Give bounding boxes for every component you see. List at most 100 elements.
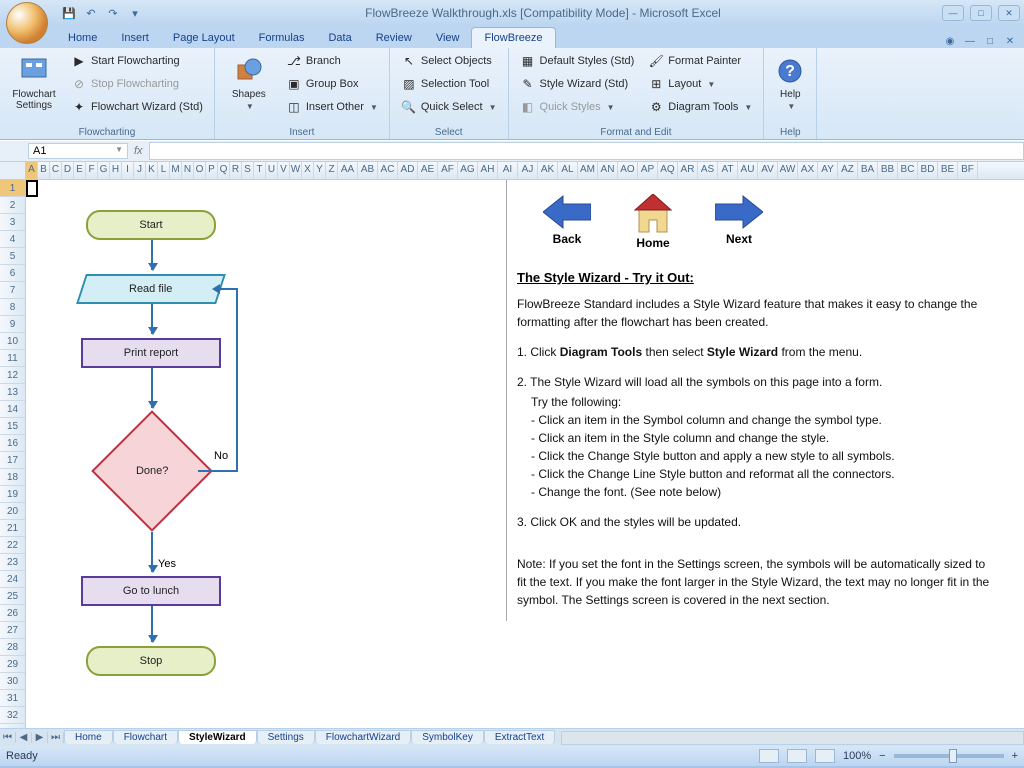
- undo-icon[interactable]: ↶: [82, 4, 100, 22]
- row-header[interactable]: 8: [0, 299, 25, 316]
- column-header[interactable]: R: [230, 162, 242, 179]
- flowchart-start[interactable]: Start: [86, 210, 216, 240]
- row-header[interactable]: 13: [0, 384, 25, 401]
- qat-dropdown-icon[interactable]: ▾: [126, 4, 144, 22]
- row-header[interactable]: 21: [0, 520, 25, 537]
- doc-restore-button[interactable]: □: [982, 34, 998, 48]
- sheet-tab-stylewizard[interactable]: StyleWizard: [178, 730, 257, 744]
- shapes-button[interactable]: Shapes▼: [221, 50, 277, 116]
- sheet-tab-extracttext[interactable]: ExtractText: [484, 730, 555, 744]
- row-header[interactable]: 18: [0, 469, 25, 486]
- row-header[interactable]: 1: [0, 180, 25, 197]
- tab-nav-last[interactable]: ⏭: [48, 732, 64, 743]
- nav-back[interactable]: Back: [543, 194, 591, 250]
- column-header[interactable]: AR: [678, 162, 698, 179]
- row-header[interactable]: 30: [0, 673, 25, 690]
- column-header[interactable]: AK: [538, 162, 558, 179]
- select-all-corner[interactable]: [0, 162, 26, 179]
- row-header[interactable]: 24: [0, 571, 25, 588]
- sheet-tab-home[interactable]: Home: [64, 730, 113, 744]
- column-header[interactable]: AP: [638, 162, 658, 179]
- office-button[interactable]: [6, 2, 48, 44]
- column-header[interactable]: AZ: [838, 162, 858, 179]
- column-header[interactable]: C: [50, 162, 62, 179]
- tab-flowbreeze[interactable]: FlowBreeze: [471, 27, 555, 48]
- tab-insert[interactable]: Insert: [109, 28, 161, 48]
- column-header[interactable]: BA: [858, 162, 878, 179]
- flowchart-done[interactable]: Done?: [91, 410, 213, 532]
- row-header[interactable]: 2: [0, 197, 25, 214]
- column-header[interactable]: AG: [458, 162, 478, 179]
- doc-minimize-button[interactable]: —: [962, 34, 978, 48]
- column-header[interactable]: Q: [218, 162, 230, 179]
- column-header[interactable]: AE: [418, 162, 438, 179]
- row-header[interactable]: 14: [0, 401, 25, 418]
- row-header[interactable]: 32: [0, 707, 25, 724]
- row-header[interactable]: 5: [0, 248, 25, 265]
- column-header[interactable]: AO: [618, 162, 638, 179]
- flowchart-wizard-button[interactable]: ✦Flowchart Wizard (Std): [66, 96, 208, 118]
- default-styles-button[interactable]: ▦Default Styles (Std): [515, 50, 640, 72]
- sheet-tab-flowchart[interactable]: Flowchart: [113, 730, 178, 744]
- column-header[interactable]: AW: [778, 162, 798, 179]
- tab-formulas[interactable]: Formulas: [247, 28, 317, 48]
- column-header[interactable]: L: [158, 162, 170, 179]
- row-header[interactable]: 10: [0, 333, 25, 350]
- column-header[interactable]: M: [170, 162, 182, 179]
- save-icon[interactable]: 💾: [60, 4, 78, 22]
- flowchart-go-to-lunch[interactable]: Go to lunch: [81, 576, 221, 606]
- row-header[interactable]: 28: [0, 639, 25, 656]
- column-header[interactable]: P: [206, 162, 218, 179]
- redo-icon[interactable]: ↷: [104, 4, 122, 22]
- group-box-button[interactable]: ▣Group Box: [281, 73, 383, 95]
- nav-home[interactable]: Home: [631, 194, 675, 250]
- row-header[interactable]: 19: [0, 486, 25, 503]
- tab-nav-first[interactable]: ⏮: [0, 732, 16, 743]
- row-header[interactable]: 27: [0, 622, 25, 639]
- column-header[interactable]: D: [62, 162, 74, 179]
- column-header[interactable]: AI: [498, 162, 518, 179]
- column-header[interactable]: AA: [338, 162, 358, 179]
- column-header[interactable]: U: [266, 162, 278, 179]
- tab-nav-prev[interactable]: ◀: [16, 732, 32, 743]
- column-header[interactable]: AT: [718, 162, 738, 179]
- page-layout-view-button[interactable]: [787, 749, 807, 763]
- column-header[interactable]: F: [86, 162, 98, 179]
- quick-select-button[interactable]: 🔍Quick Select▼: [396, 96, 502, 118]
- zoom-slider[interactable]: [894, 754, 1004, 758]
- column-header[interactable]: AF: [438, 162, 458, 179]
- row-header[interactable]: 23: [0, 554, 25, 571]
- row-header[interactable]: 29: [0, 656, 25, 673]
- column-header[interactable]: AD: [398, 162, 418, 179]
- zoom-thumb[interactable]: [949, 749, 957, 763]
- name-box[interactable]: A1▼: [28, 143, 128, 159]
- nav-next[interactable]: Next: [715, 194, 763, 250]
- insert-other-button[interactable]: ◫Insert Other▼: [281, 96, 383, 118]
- tab-nav-next[interactable]: ▶: [32, 732, 48, 743]
- column-header[interactable]: W: [290, 162, 302, 179]
- row-header[interactable]: 11: [0, 350, 25, 367]
- normal-view-button[interactable]: [759, 749, 779, 763]
- column-header[interactable]: T: [254, 162, 266, 179]
- column-header[interactable]: BC: [898, 162, 918, 179]
- column-header[interactable]: Y: [314, 162, 326, 179]
- doc-close-button[interactable]: ✕: [1002, 34, 1018, 48]
- flowchart-print-report[interactable]: Print report: [81, 338, 221, 368]
- column-header[interactable]: AM: [578, 162, 598, 179]
- flowchart-stop[interactable]: Stop: [86, 646, 216, 676]
- help-icon[interactable]: ◉: [942, 34, 958, 48]
- column-header[interactable]: A: [26, 162, 38, 179]
- row-header[interactable]: 25: [0, 588, 25, 605]
- tab-data[interactable]: Data: [316, 28, 363, 48]
- column-header[interactable]: AL: [558, 162, 578, 179]
- row-header[interactable]: 3: [0, 214, 25, 231]
- column-header[interactable]: BF: [958, 162, 978, 179]
- branch-button[interactable]: ⎇Branch: [281, 50, 383, 72]
- horizontal-scrollbar[interactable]: [561, 731, 1024, 745]
- format-painter-button[interactable]: 🖌Format Painter: [643, 50, 757, 72]
- column-header[interactable]: AQ: [658, 162, 678, 179]
- select-objects-button[interactable]: ↖Select Objects: [396, 50, 502, 72]
- tab-home[interactable]: Home: [56, 28, 109, 48]
- column-header[interactable]: AJ: [518, 162, 538, 179]
- row-header[interactable]: 22: [0, 537, 25, 554]
